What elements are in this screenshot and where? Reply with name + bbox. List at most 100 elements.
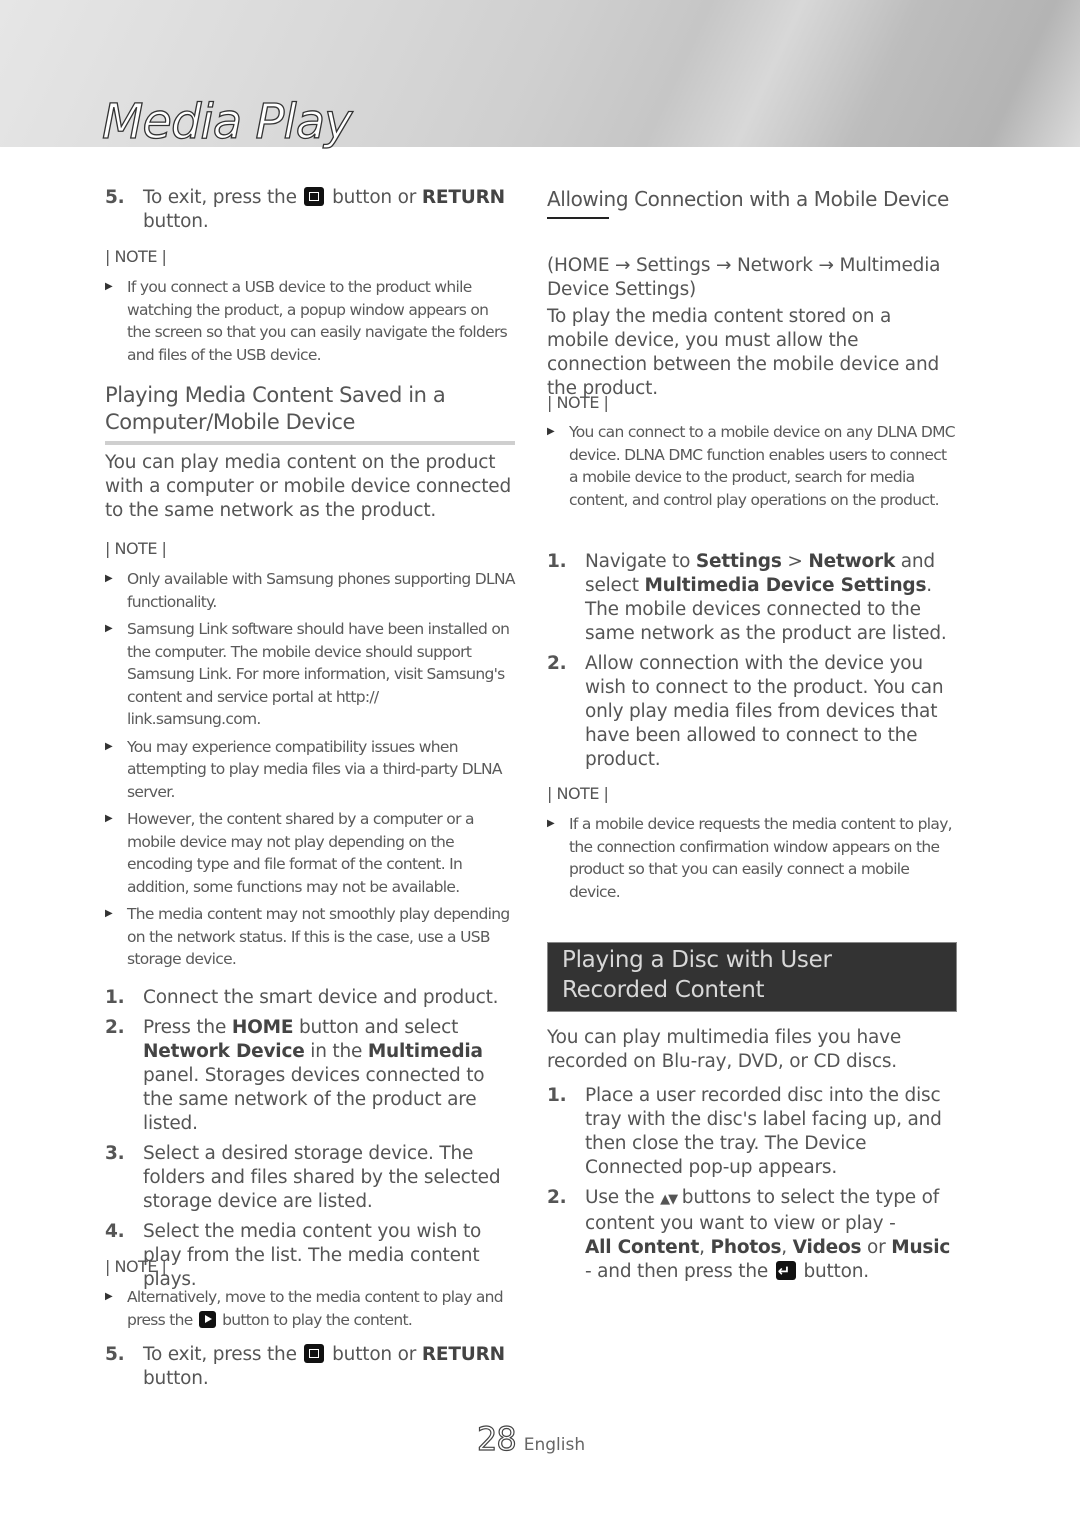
home-button-label: HOME: [231, 1017, 294, 1038]
bullet-arrow-icon: ▶: [105, 1291, 113, 1302]
step-number: 4.: [105, 1221, 125, 1242]
note-bullet-text: However, the content shared by a compute…: [127, 810, 474, 896]
step-number: 1.: [547, 551, 567, 572]
multimedia-device-settings-label: Multimedia Device Settings: [644, 575, 927, 596]
step-text-mid: button or: [332, 187, 417, 208]
separator: ,: [699, 1237, 705, 1258]
step-text-mid: in the: [310, 1041, 363, 1062]
section-allow-connection: Allowing Connection with a Mobile Device: [547, 186, 957, 219]
step-text-pre: To exit, press the: [143, 187, 297, 208]
step-text: To exit, press the button or RETURN butt…: [143, 1343, 515, 1391]
step-text-mid: button or: [332, 1344, 417, 1365]
step-item: 2. Use the ▲▼ buttons to select the type…: [547, 1186, 957, 1284]
step-text: Select a desired storage device. The fol…: [143, 1143, 501, 1212]
note-bullet-text: Alternatively, move to the media content…: [127, 1286, 515, 1331]
return-button-label: RETURN: [421, 1344, 505, 1365]
network-device-label: Network Device: [143, 1041, 305, 1062]
step-text: Select the media content you wish to pla…: [143, 1221, 482, 1290]
section-intro: You can play media content on the produc…: [105, 452, 511, 521]
step-item: 1. Navigate to Settings > Network and se…: [547, 550, 957, 646]
option-all-content: All Content: [585, 1237, 700, 1258]
note-bullet-text: The media content may not smoothly play …: [127, 905, 510, 968]
step-item: 2. Allow connection with the device you …: [547, 652, 957, 772]
step-list: 1. Navigate to Settings > Network and se…: [547, 550, 957, 772]
note-label: | NOTE |: [547, 393, 609, 412]
step-text: Allow connection with the device you wis…: [585, 653, 944, 770]
step-text-pre: Navigate to: [585, 551, 691, 572]
step-number: 1.: [547, 1085, 567, 1106]
note-bullet: ▶ The media content may not smoothly pla…: [105, 903, 515, 971]
note-bullet: ▶ If you connect a USB device to the pro…: [105, 276, 515, 366]
stop-button-icon: [304, 1344, 325, 1363]
step-text-post: - and then press the: [585, 1261, 769, 1282]
step-text: To exit, press the button or RETURN butt…: [143, 186, 515, 234]
bullet-arrow-icon: ▶: [105, 573, 113, 584]
bullet-arrow-icon: ▶: [105, 813, 113, 824]
step-text: Press the HOME button and select Network…: [143, 1016, 515, 1136]
up-down-arrows-icon: ▲▼: [660, 1192, 678, 1207]
enter-button-icon: [775, 1259, 796, 1283]
step-number: 1.: [105, 987, 125, 1008]
step-text-mid: button and select: [298, 1017, 459, 1038]
bullet-arrow-icon: ▶: [105, 281, 113, 292]
note-label: | NOTE |: [105, 539, 167, 558]
step-number: 2.: [105, 1017, 125, 1038]
disc-section-heading: Playing a Disc with User Recorded Conten…: [547, 942, 957, 1012]
bullet-arrow-icon: ▶: [547, 818, 555, 829]
step-item: 2. Press the HOME button and select Netw…: [105, 1016, 515, 1136]
bullet-arrow-icon: ▶: [105, 908, 113, 919]
step-item: 1. Place a user recorded disc into the d…: [547, 1084, 957, 1180]
chevron-right-icon: >: [787, 551, 803, 572]
step-text-pre: Use the: [585, 1187, 655, 1208]
step-exit-top: 5. To exit, press the button or RETURN b…: [105, 186, 515, 234]
network-label: Network: [808, 551, 896, 572]
step-number: 2.: [547, 1187, 567, 1208]
step-number: 5.: [105, 187, 125, 208]
note-bullet-list: ▶ Only available with Samsung phones sup…: [105, 568, 515, 971]
multimedia-panel-label: Multimedia: [367, 1041, 483, 1062]
option-music: Music: [891, 1237, 951, 1258]
section-computer-mobile: Playing Media Content Saved in a Compute…: [105, 382, 515, 445]
note-bullet: ▶ Alternatively, move to the media conte…: [105, 1286, 515, 1331]
section-heading: Playing Media Content Saved in a Compute…: [105, 383, 446, 434]
step-item: 1. Connect the smart device and product.: [105, 986, 515, 1010]
play-button-icon: [198, 1310, 216, 1328]
note-bullet: ▶ You may experience compatibility issue…: [105, 736, 515, 804]
step-number: 2.: [547, 653, 567, 674]
note-label: | NOTE |: [547, 784, 609, 803]
note-bullet-text: You may experience compatibility issues …: [127, 737, 502, 801]
separator: ,: [781, 1237, 787, 1258]
chapter-title: Media Play: [101, 94, 353, 150]
step-text-post: button.: [143, 1368, 209, 1389]
step-list: 1. Connect the smart device and product.…: [105, 986, 515, 1292]
step-text-post: button.: [143, 211, 209, 232]
step-text: Place a user recorded disc into the disc…: [585, 1085, 942, 1178]
note-bullet: ▶ Only available with Samsung phones sup…: [105, 568, 515, 613]
note-bullet: ▶ If a mobile device requests the media …: [547, 813, 957, 903]
step-text: Use the ▲▼ buttons to select the type of…: [585, 1186, 957, 1284]
heading-rule: [547, 217, 609, 219]
disc-step-list: 1. Place a user recorded disc into the d…: [547, 1084, 957, 1284]
note-bullet: ▶ However, the content shared by a compu…: [105, 808, 515, 898]
note-bullet-text: If a mobile device requests the media co…: [569, 815, 953, 901]
option-videos: Videos: [792, 1237, 862, 1258]
step-item: 4. Select the media content you wish to …: [105, 1220, 515, 1292]
note-bullet-text: Only available with Samsung phones suppo…: [127, 570, 515, 611]
heading-rule: [105, 441, 515, 445]
bullet-arrow-icon: ▶: [105, 740, 113, 752]
note-bullet: ▶ You can connect to a mobile device on …: [547, 421, 957, 511]
note-bullet-text: If you connect a USB device to the produ…: [127, 278, 508, 364]
settings-label: Settings: [695, 551, 782, 572]
note-bullet-text: Samsung Link software should have been i…: [127, 620, 510, 728]
disc-section-intro: You can play multimedia files you have r…: [547, 1027, 902, 1072]
return-button-label: RETURN: [421, 187, 505, 208]
step-text-end: button.: [803, 1261, 869, 1282]
step-exit-bottom: 5. To exit, press the button or RETURN b…: [105, 1343, 515, 1391]
page-language: English: [523, 1435, 586, 1455]
step-text-mid: or: [867, 1237, 886, 1258]
step-number: 5.: [105, 1344, 125, 1365]
step-item: 3. Select a desired storage device. The …: [105, 1142, 515, 1214]
note-label: | NOTE |: [105, 247, 167, 266]
step-text-pre: To exit, press the: [143, 1344, 297, 1365]
note-text-post: button to play the content.: [222, 1310, 413, 1329]
